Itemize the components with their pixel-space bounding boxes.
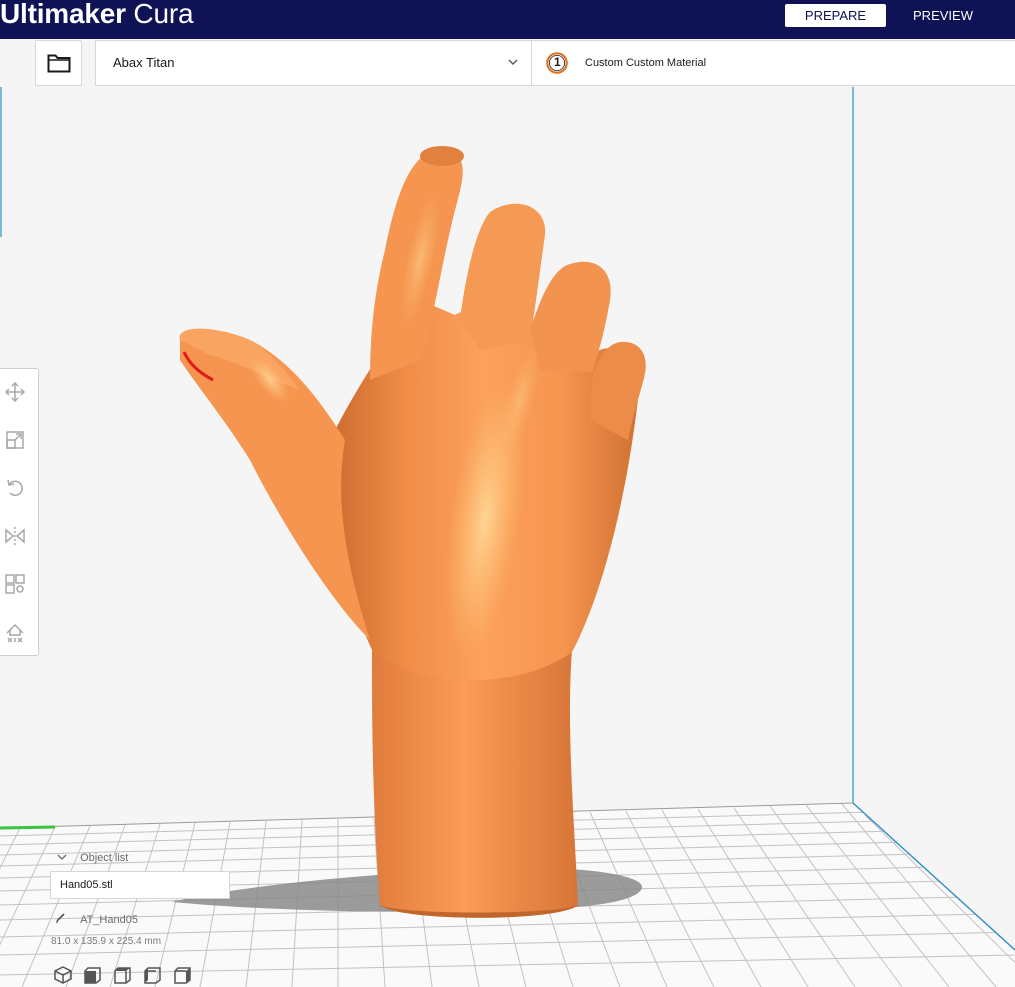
object-name-label: AT_Hand05 [80,914,138,926]
move-tool-button[interactable] [2,379,28,405]
support-blocker-button[interactable] [2,619,28,645]
open-file-button[interactable] [35,40,82,86]
scale-icon [6,431,24,449]
folder-icon [47,54,70,73]
move-icon [4,381,26,403]
hand-model [179,146,646,918]
3d-view-icon [54,966,72,984]
selected-object-name[interactable]: AT_Hand05 [55,911,138,926]
material-selector[interactable]: 1 Custom Custom Material [531,40,1015,86]
tab-preview[interactable]: PREVIEW [900,4,986,27]
chevron-down-icon [508,59,518,65]
header-bar: Ultimaker Cura PREPARE PREVIEW [0,0,1015,39]
top-view-icon [114,967,131,984]
rotate-icon [7,479,23,497]
tab-prepare[interactable]: PREPARE [785,4,886,27]
rotate-tool-button[interactable] [2,475,28,501]
front-view-icon [84,967,101,984]
extruder-number: 1 [554,55,561,69]
mirror-tool-button[interactable] [2,523,28,549]
chevron-down-icon [57,854,67,860]
view-left-button[interactable] [142,965,164,985]
object-list-toggle[interactable]: Object list [55,852,128,868]
object-list-title: Object list [80,852,129,864]
material-name: Custom Custom Material [585,57,707,69]
per-model-settings-button[interactable] [2,571,28,597]
tool-panel [0,368,39,656]
view-top-button[interactable] [112,965,134,985]
view-right-button[interactable] [172,965,194,985]
per-model-settings-icon [5,574,25,594]
app-logo: Ultimaker Cura [0,0,194,32]
printer-name: Abax Titan [113,55,175,70]
left-view-icon [144,967,161,984]
scene [0,87,1015,987]
brand-product: Cura [133,0,194,29]
scale-tool-button[interactable] [2,427,28,453]
support-blocker-icon [6,623,24,643]
3d-viewport[interactable] [0,87,1015,987]
view-3d-button[interactable] [52,965,74,985]
right-view-icon [174,967,191,984]
view-front-button[interactable] [82,965,104,985]
object-dimensions: 81.0 x 135.9 x 225.4 mm [51,936,162,947]
object-list-item[interactable]: Hand05.stl [50,871,230,899]
pencil-icon [56,913,65,923]
brand-name: Ultimaker [0,0,126,29]
printer-selector[interactable]: Abax Titan [95,40,532,86]
mirror-icon [5,527,25,545]
